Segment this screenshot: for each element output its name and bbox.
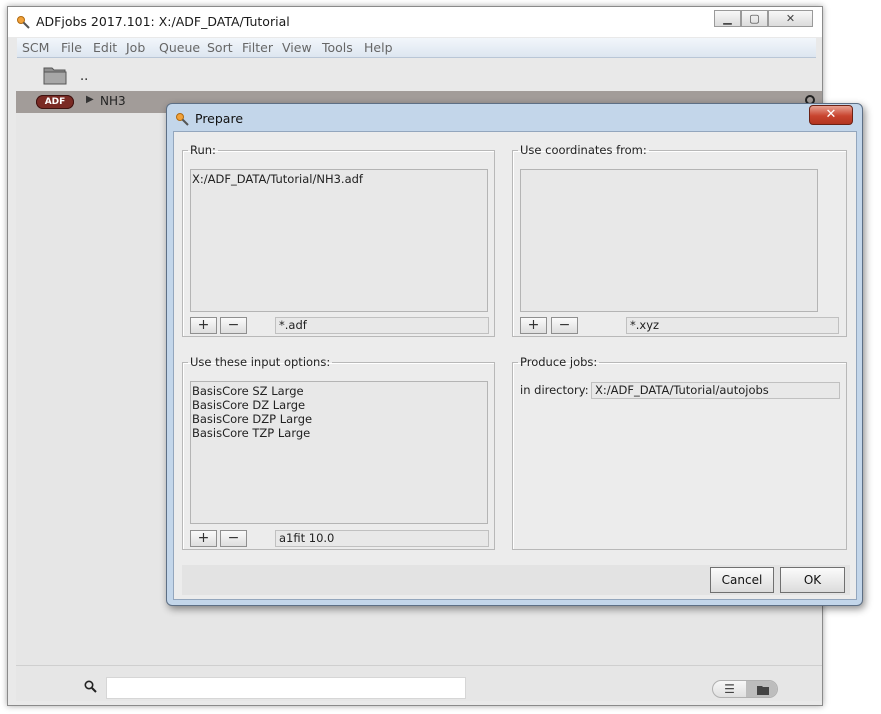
menu-job[interactable]: Job: [126, 40, 145, 55]
list-item[interactable]: BasisCore TZP Large: [192, 426, 310, 440]
minimize-button[interactable]: ▁: [714, 10, 741, 27]
run-legend: Run:: [190, 143, 216, 157]
cancel-button[interactable]: Cancel: [710, 567, 774, 593]
menu-bar: SCM File Edit Job Queue Sort Filter View…: [17, 38, 816, 58]
run-remove-button[interactable]: −: [220, 317, 247, 334]
run-group: Run: X:/ADF_DATA/Tutorial/NH3.adf + − *.…: [182, 143, 495, 337]
coordinates-group: Use coordinates from: + − *.xyz: [512, 143, 847, 337]
prepare-dialog: Prepare ✕ Run: X:/ADF_DATA/Tutorial/NH3.…: [166, 103, 863, 606]
menu-queue[interactable]: Queue: [159, 40, 200, 55]
dialog-title: Prepare: [195, 111, 244, 126]
menu-sort[interactable]: Sort: [207, 40, 233, 55]
dialog-close-button[interactable]: ✕: [809, 105, 853, 125]
view-toggle[interactable]: ☰: [712, 680, 778, 698]
menu-filter[interactable]: Filter: [242, 40, 273, 55]
menu-view[interactable]: View: [282, 40, 312, 55]
coordinates-add-button[interactable]: +: [520, 317, 547, 334]
job-name: NH3: [100, 94, 126, 108]
dialog-body: Run: X:/ADF_DATA/Tutorial/NH3.adf + − *.…: [173, 131, 857, 600]
run-file-list[interactable]: X:/ADF_DATA/Tutorial/NH3.adf: [190, 169, 488, 312]
run-filter-field[interactable]: *.adf: [275, 317, 489, 334]
produce-jobs-group: Produce jobs: in directory: X:/ADF_DATA/…: [512, 355, 847, 550]
coordinates-file-list[interactable]: [520, 169, 818, 312]
ok-button[interactable]: OK: [780, 567, 845, 593]
maximize-button[interactable]: ▢: [741, 10, 768, 27]
output-directory-field[interactable]: X:/ADF_DATA/Tutorial/autojobs: [591, 382, 840, 399]
adf-badge: ADF: [36, 95, 74, 109]
input-options-group: Use these input options: BasisCore SZ La…: [182, 355, 495, 550]
coordinates-legend: Use coordinates from:: [520, 143, 647, 157]
bottom-bar: ☰: [16, 665, 822, 701]
prepare-app-icon: [175, 112, 189, 126]
main-title-bar[interactable]: ADFjobs 2017.101: X:/ADF_DATA/Tutorial ▁…: [8, 7, 822, 37]
menu-file[interactable]: File: [61, 40, 82, 55]
parent-directory-link[interactable]: ..: [80, 69, 88, 84]
folder-icon[interactable]: [43, 64, 67, 89]
window-title: ADFjobs 2017.101: X:/ADF_DATA/Tutorial: [36, 14, 290, 29]
input-options-add-button[interactable]: +: [190, 530, 217, 547]
expand-arrow-icon[interactable]: ▶: [86, 94, 94, 105]
coordinates-filter-field[interactable]: *.xyz: [626, 317, 839, 334]
input-options-list[interactable]: BasisCore SZ Large BasisCore DZ Large Ba…: [190, 381, 488, 524]
close-icon: ✕: [785, 12, 796, 25]
produce-jobs-legend: Produce jobs:: [520, 355, 598, 369]
run-add-button[interactable]: +: [190, 317, 217, 334]
input-options-legend: Use these input options:: [190, 355, 331, 369]
minimize-icon: ▁: [723, 12, 732, 25]
close-button[interactable]: ✕: [768, 10, 813, 27]
close-icon: ✕: [825, 107, 837, 122]
list-item[interactable]: BasisCore DZP Large: [192, 412, 312, 426]
coordinates-remove-button[interactable]: −: [551, 317, 578, 334]
list-view-icon[interactable]: ☰: [713, 681, 746, 697]
dialog-footer: Cancel OK: [182, 565, 850, 595]
list-item[interactable]: BasisCore DZ Large: [192, 398, 305, 412]
list-item[interactable]: BasisCore SZ Large: [192, 384, 304, 398]
input-options-field[interactable]: a1fit 10.0: [275, 530, 489, 547]
menu-help[interactable]: Help: [364, 40, 393, 55]
search-input[interactable]: [106, 677, 466, 699]
list-item[interactable]: X:/ADF_DATA/Tutorial/NH3.adf: [192, 172, 363, 186]
input-options-remove-button[interactable]: −: [220, 530, 247, 547]
maximize-icon: ▢: [749, 12, 760, 25]
menu-tools[interactable]: Tools: [322, 40, 353, 55]
menu-scm[interactable]: SCM: [22, 40, 49, 55]
search-icon: [84, 680, 97, 696]
directory-label: in directory:: [520, 383, 589, 397]
menu-edit[interactable]: Edit: [93, 40, 117, 55]
adfjobs-app-icon: [16, 15, 30, 29]
folder-view-icon[interactable]: [746, 681, 777, 697]
folder-toolbar: ..: [17, 58, 816, 92]
